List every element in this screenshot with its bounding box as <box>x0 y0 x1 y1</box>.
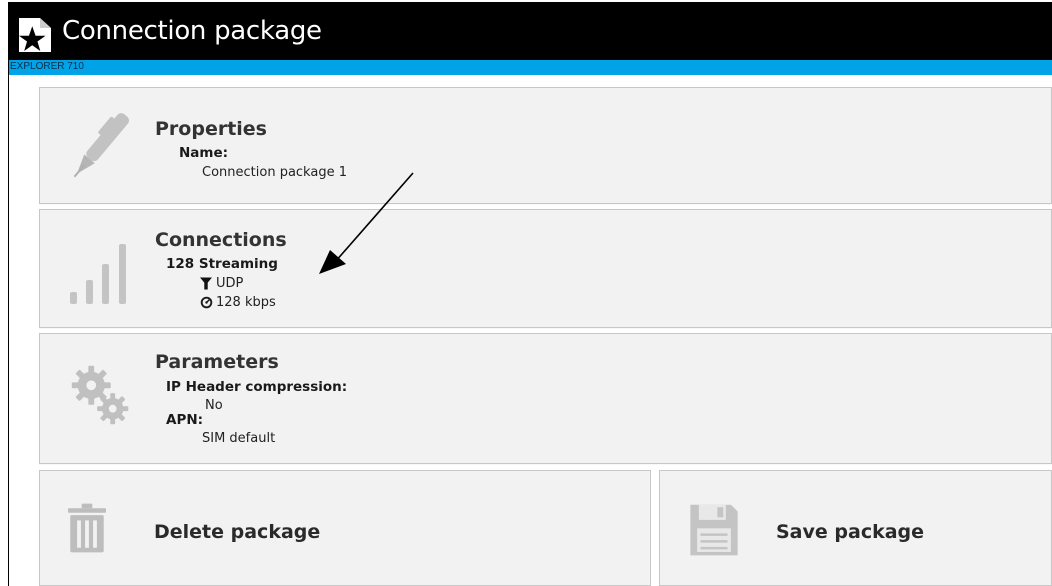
delete-package-label: Delete package <box>154 521 321 543</box>
device-name: EXPLORER 710 <box>10 61 84 72</box>
filter-icon <box>200 277 212 290</box>
apn-value: SIM default <box>202 431 276 446</box>
properties-panel[interactable]: Properties Name: Connection package 1 <box>39 87 1052 204</box>
name-value: Connection package 1 <box>202 165 347 180</box>
title-bar: Connection package <box>9 3 1052 60</box>
floppy-disk-icon <box>690 504 738 556</box>
signal-bars-icon <box>70 244 126 304</box>
properties-heading: Properties <box>155 118 267 140</box>
pen-icon <box>73 113 130 178</box>
trash-icon <box>68 503 106 553</box>
bandwidth-value: 128 kbps <box>216 295 276 310</box>
delete-package-button[interactable]: Delete package <box>39 470 651 586</box>
app-window: Connection package EXPLORER 710 Properti… <box>9 3 1052 586</box>
parameters-heading: Parameters <box>155 351 279 373</box>
save-package-button[interactable]: Save package <box>659 470 1052 586</box>
page-title: Connection package <box>62 16 322 46</box>
apn-label: APN: <box>166 412 204 428</box>
device-bar: EXPLORER 710 <box>9 60 1052 75</box>
package-star-icon <box>18 18 51 52</box>
parameters-panel[interactable]: Parameters IP Header compression: No APN… <box>39 333 1052 464</box>
protocol-value: UDP <box>216 276 244 291</box>
name-label: Name: <box>179 145 229 161</box>
ip-header-value: No <box>205 398 223 413</box>
connections-panel[interactable]: Connections 128 Streaming UDP 128 kbps <box>39 209 1052 328</box>
connections-heading: Connections <box>155 229 287 251</box>
ip-header-label: IP Header compression: <box>166 379 348 395</box>
gears-icon <box>71 365 129 425</box>
connection-item-name: 128 Streaming <box>166 256 278 272</box>
save-package-label: Save package <box>776 521 925 543</box>
gauge-icon <box>200 296 213 309</box>
